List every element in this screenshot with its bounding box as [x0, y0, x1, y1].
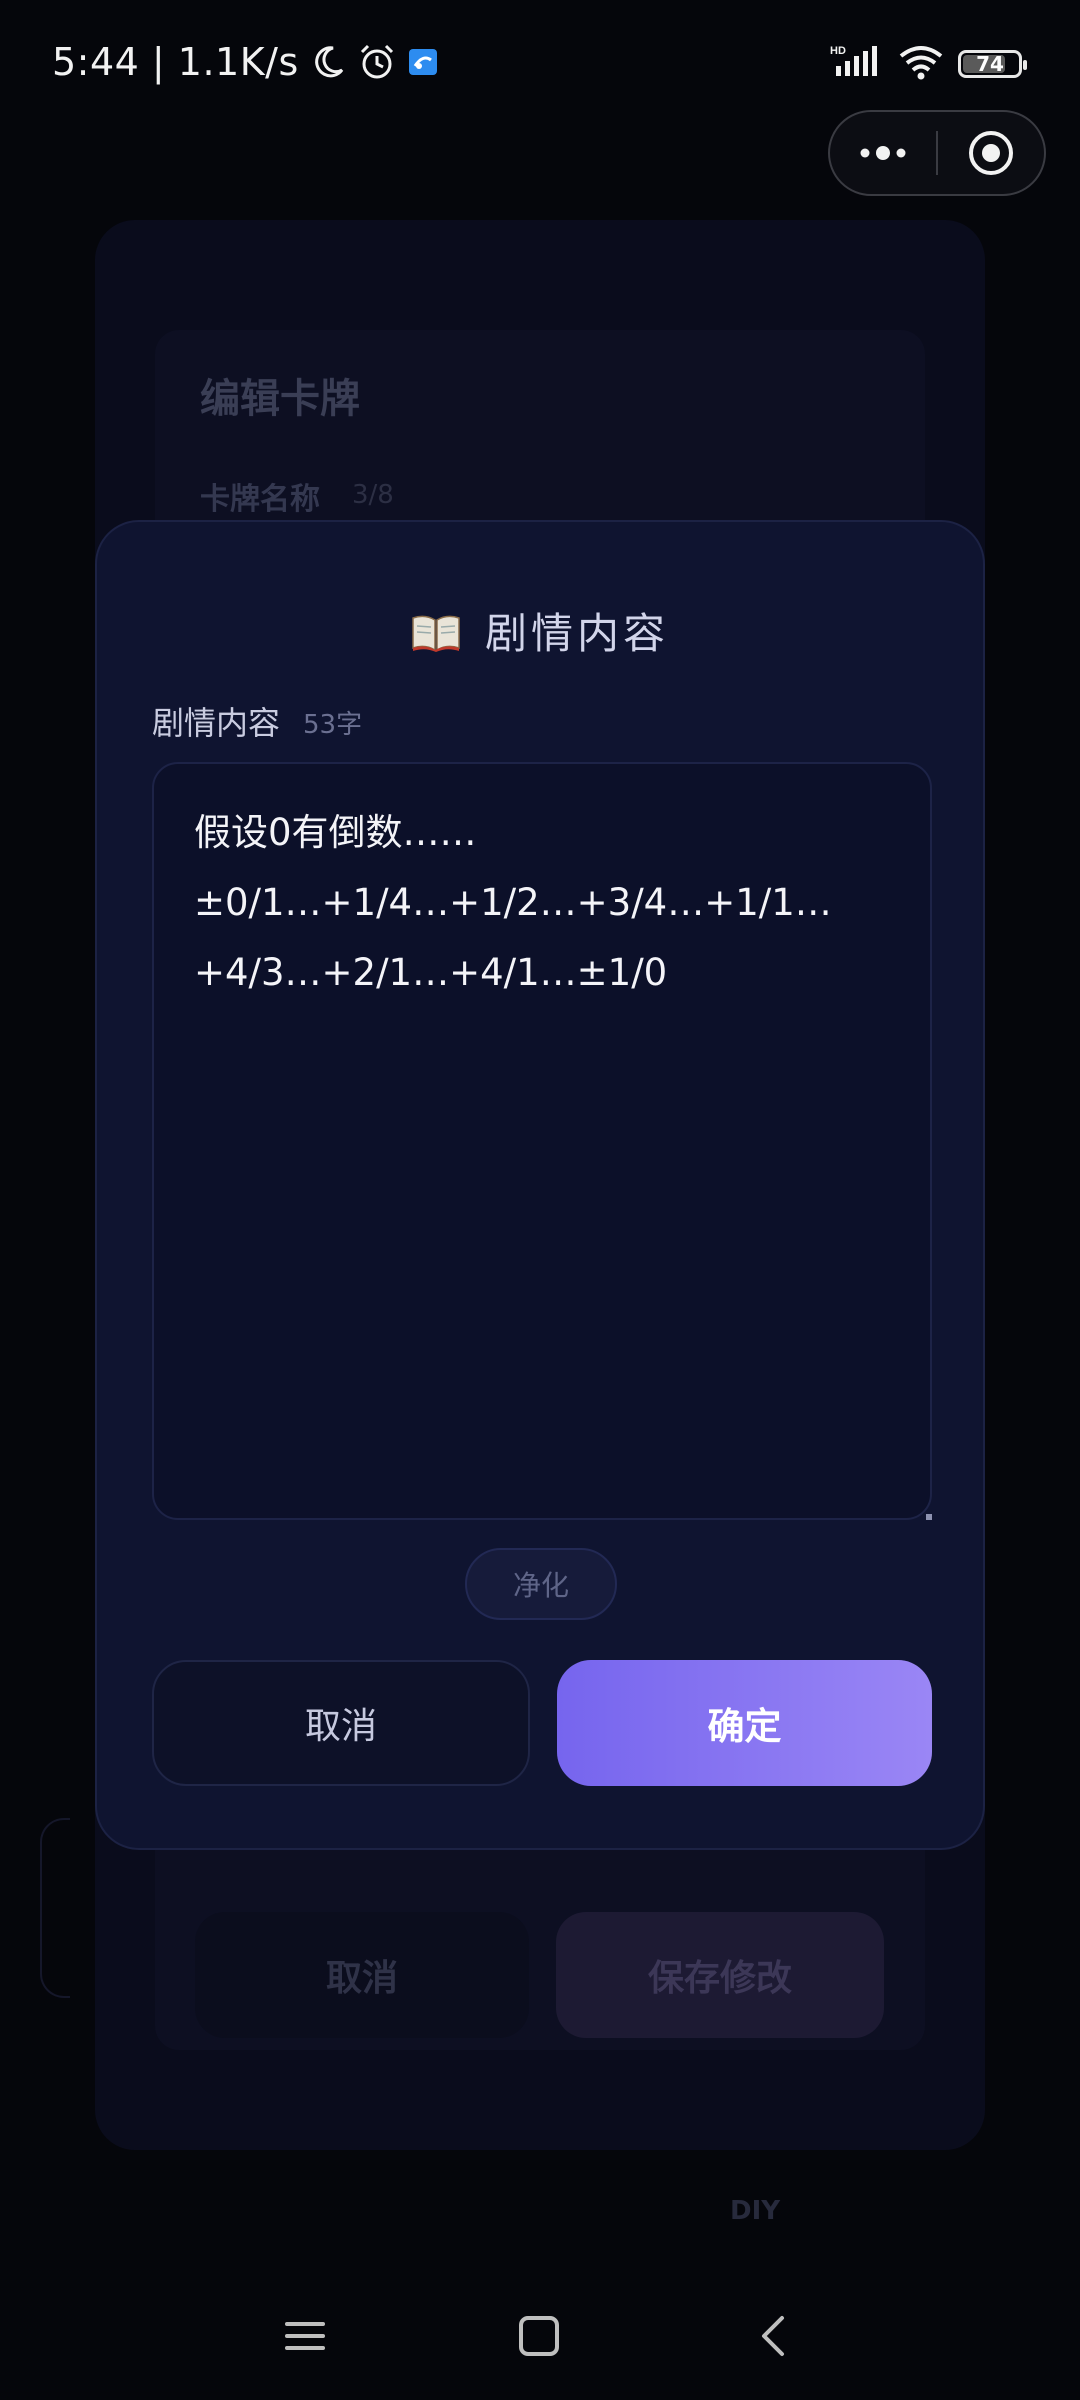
more-button[interactable]	[830, 112, 936, 194]
modal-title-text: 剧情内容	[484, 609, 669, 658]
modal-title: 剧情内容	[97, 600, 983, 662]
svg-text:HD: HD	[830, 45, 846, 57]
purify-button[interactable]: 净化	[465, 1548, 617, 1620]
story-content-textarea[interactable]: 假设0有倒数…… ±0/1…+1/4…+1/2…+3/4…+1/1… +4/3……	[152, 762, 932, 1520]
menu-icon	[285, 2322, 325, 2350]
confirm-button[interactable]: 确定	[557, 1660, 932, 1786]
miniprogram-capsule	[828, 110, 1046, 196]
back-chevron-icon	[762, 2316, 784, 2356]
home-nav-button[interactable]	[509, 2306, 569, 2366]
more-dots-icon	[860, 146, 906, 160]
home-square-icon	[519, 2316, 559, 2356]
background-side-handle	[40, 1818, 70, 1998]
screen: 5:44 | 1.1K/s HD 74 编辑卡牌 卡牌名称 3/8 取消 保存修…	[0, 0, 1080, 2400]
resize-handle[interactable]	[926, 1514, 932, 1520]
close-miniprogram-button[interactable]	[938, 112, 1044, 194]
back-nav-button[interactable]	[744, 2306, 804, 2366]
background-card-name-label: 卡牌名称	[200, 482, 320, 517]
char-count: 53字	[303, 710, 363, 740]
status-right: HD 74	[830, 44, 1027, 84]
background-card-name-count: 3/8	[352, 480, 394, 510]
field-label: 剧情内容	[152, 704, 281, 742]
background-tab-diy: DIY	[730, 2196, 781, 2226]
background-save-button: 保存修改	[556, 1912, 884, 2038]
book-icon	[411, 612, 461, 662]
story-content-modal: 剧情内容 剧情内容 53字 假设0有倒数…… ±0/1…+1/4…+1/2…+3…	[95, 520, 985, 1850]
target-circle-icon	[968, 131, 1013, 175]
signal-icon: HD	[830, 44, 884, 84]
battery-level: 74	[976, 52, 1004, 76]
cancel-button[interactable]: 取消	[152, 1660, 530, 1786]
resize-handle-mark	[926, 1514, 932, 1520]
battery-icon: 74	[958, 50, 1027, 78]
status-time-speed: 5:44 | 1.1K/s	[52, 40, 299, 84]
background-title: 编辑卡牌	[200, 376, 360, 422]
status-left: 5:44 | 1.1K/s	[52, 40, 439, 84]
alarm-icon	[357, 42, 397, 82]
app-notification-icon	[407, 46, 439, 78]
moon-icon	[309, 43, 347, 81]
menu-nav-button[interactable]	[275, 2306, 335, 2366]
wifi-icon	[898, 44, 944, 84]
background-cancel-button: 取消	[195, 1912, 529, 2038]
